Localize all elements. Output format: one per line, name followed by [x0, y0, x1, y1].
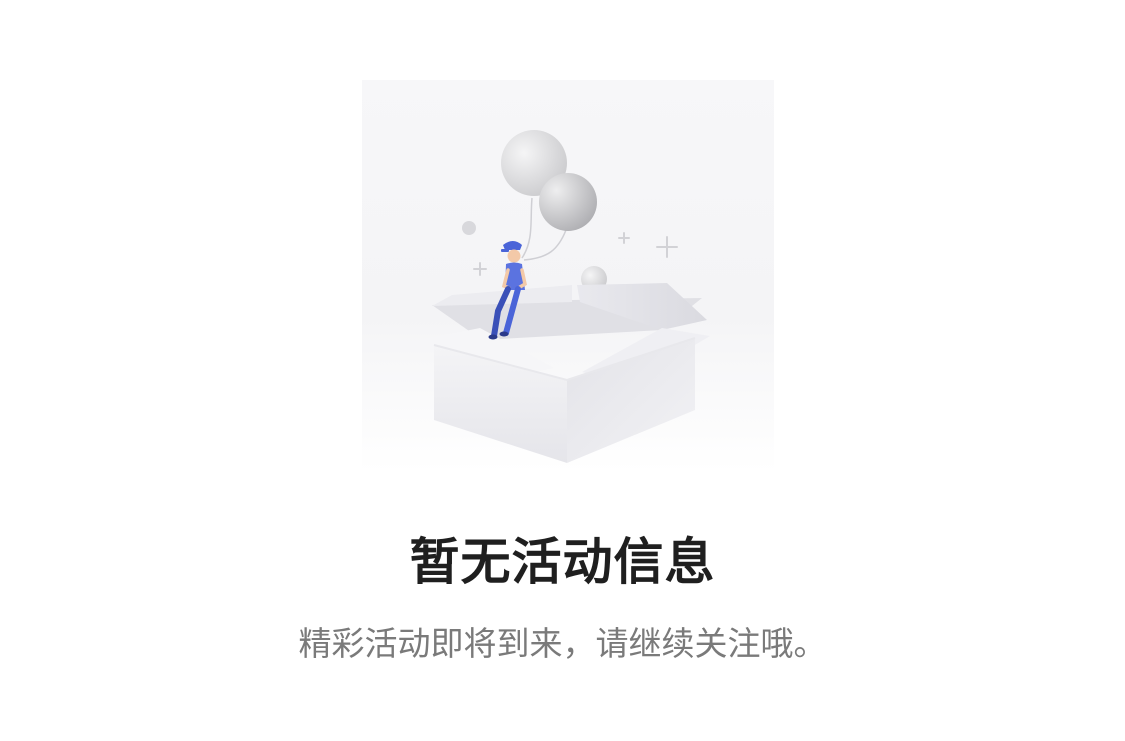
empty-box-with-balloons-icon	[362, 80, 774, 472]
empty-state-title: 暂无活动信息	[409, 533, 716, 591]
empty-state-subtitle: 精彩活动即将到来，请继续关注哦。	[298, 624, 827, 663]
empty-state-page: 暂无活动信息 精彩活动即将到来，请继续关注哦。	[0, 0, 1125, 741]
